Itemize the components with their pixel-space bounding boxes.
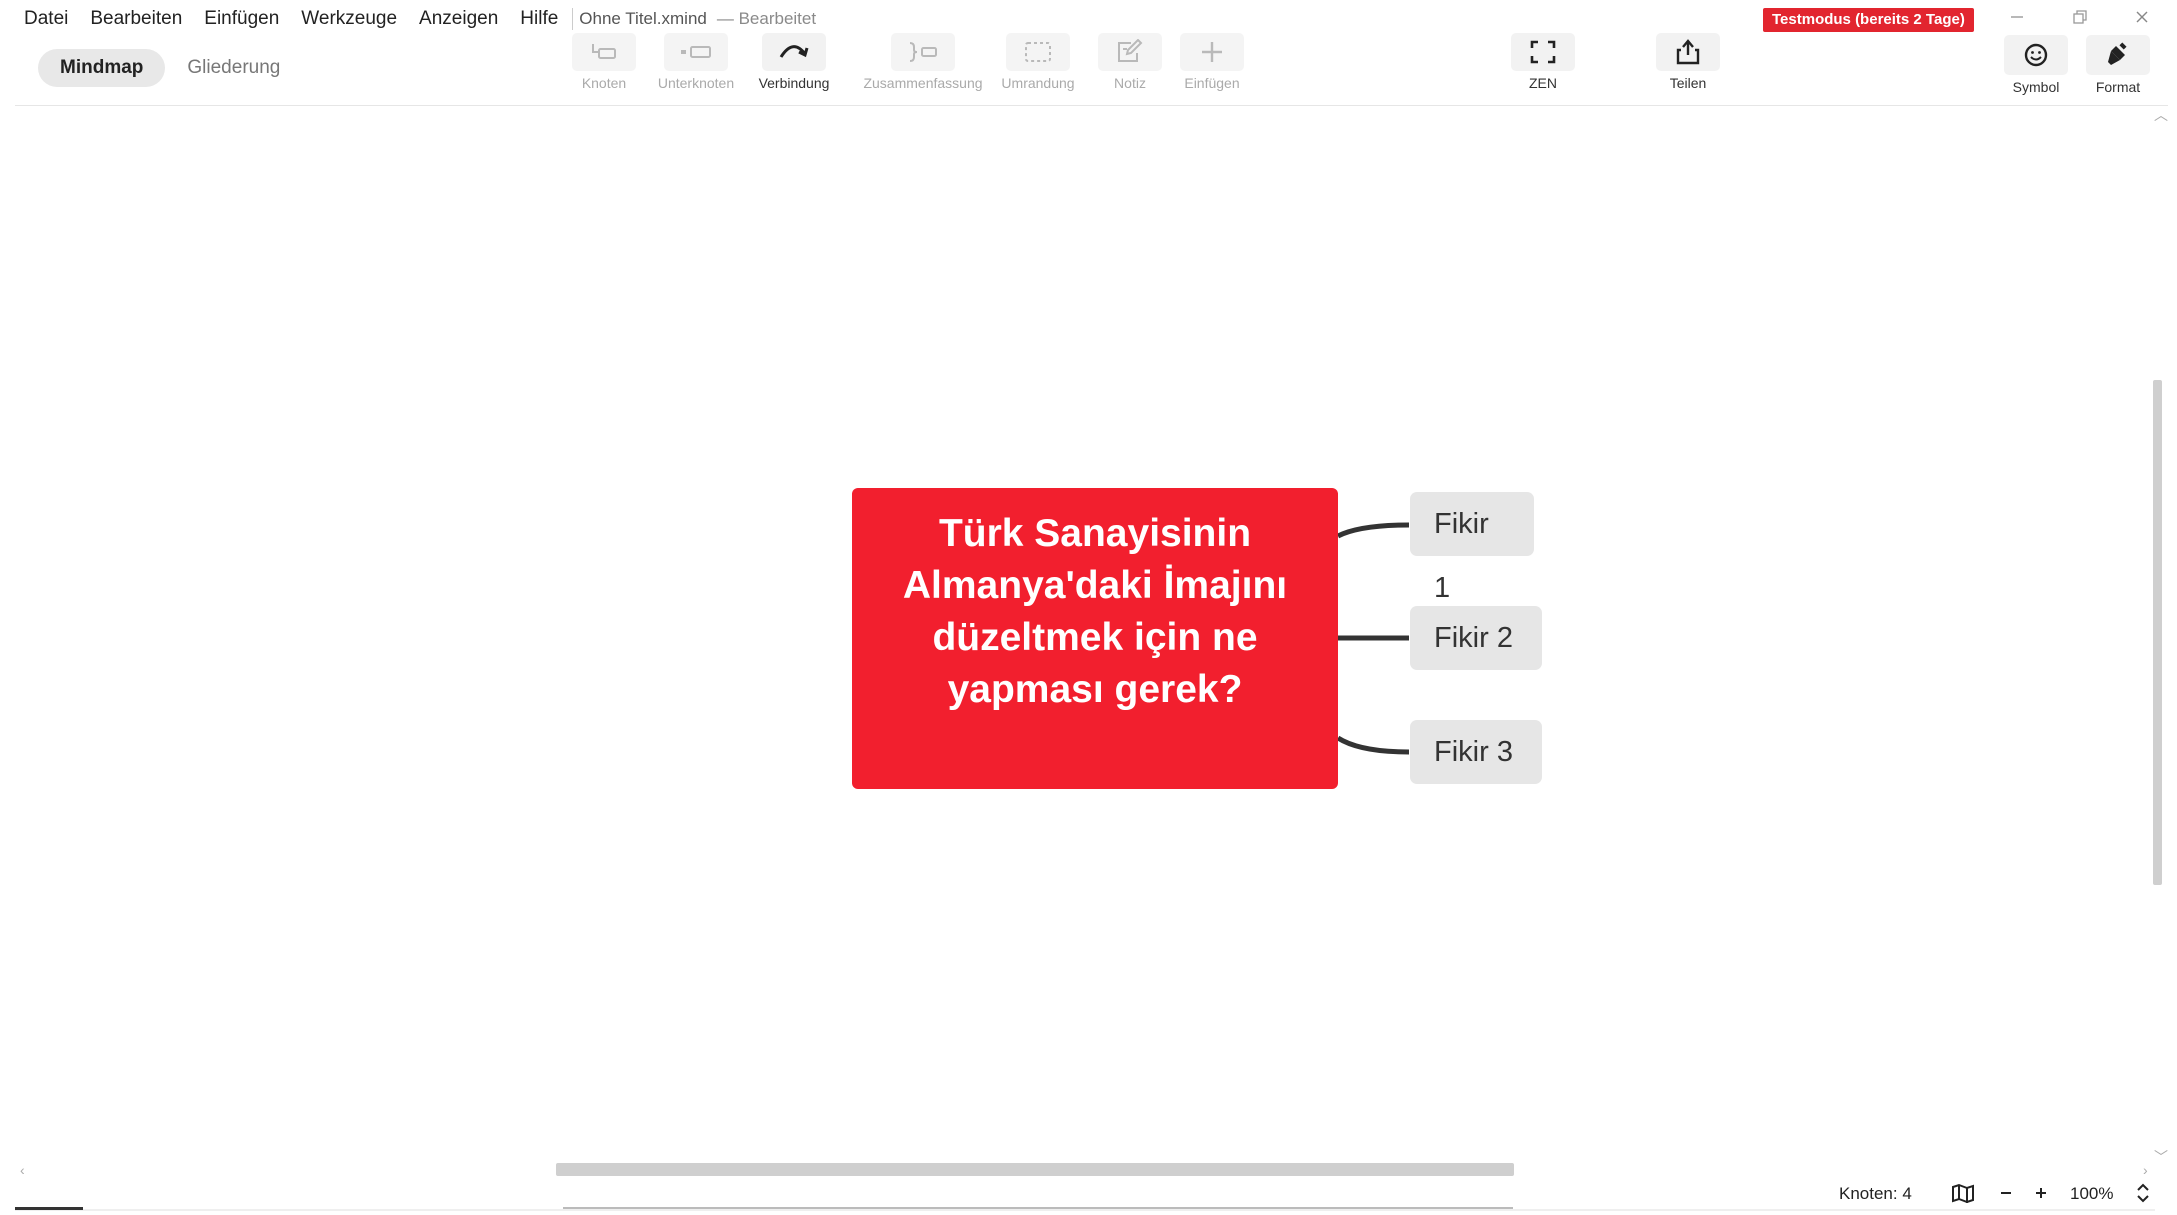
subtopic-2[interactable]: Fikir 2 <box>1410 606 1542 670</box>
format-panel-button[interactable]: Format <box>2082 35 2154 101</box>
title-separator <box>572 8 574 30</box>
subtopic-3[interactable]: Fikir 3 <box>1410 720 1542 784</box>
status-edge-mid <box>563 1207 1513 1209</box>
relationship-icon <box>762 33 826 71</box>
vertical-scroll-thumb[interactable] <box>2153 380 2162 885</box>
subtopic-tool-label: Unterknoten <box>657 75 735 91</box>
branch-line-3 <box>1336 735 1410 755</box>
share-icon <box>1656 33 1720 71</box>
relationship-tool[interactable]: Verbindung <box>744 33 844 99</box>
menu-view[interactable]: Anzeigen <box>419 8 498 30</box>
zoom-in-button[interactable] <box>2030 1180 2052 1206</box>
horizontal-scroll-thumb[interactable] <box>556 1163 1514 1176</box>
summary-icon <box>891 33 955 71</box>
restore-button[interactable] <box>2060 2 2100 32</box>
central-topic[interactable]: Türk Sanayisinin Almanya'daki İmajını dü… <box>852 488 1338 789</box>
zoom-stepper[interactable] <box>2133 1180 2153 1206</box>
view-switch: Mindmap Gliederung <box>38 49 302 87</box>
close-button[interactable] <box>2122 2 2162 32</box>
note-tool-label: Notiz <box>1114 75 1146 91</box>
minus-icon <box>2001 1192 2011 1194</box>
plus-icon <box>2036 1188 2046 1198</box>
menu-insert[interactable]: Einfügen <box>204 8 279 30</box>
zoom-out-button[interactable] <box>1995 1180 2017 1206</box>
scroll-up-arrow[interactable]: ︿ <box>2154 108 2168 122</box>
scroll-left-arrow[interactable]: ‹ <box>20 1163 25 1177</box>
menu-file[interactable]: Datei <box>24 8 68 30</box>
status-divider <box>15 1209 2155 1211</box>
plus-icon <box>1180 33 1244 71</box>
tab-outline[interactable]: Gliederung <box>165 49 302 87</box>
book-map-icon <box>1952 1183 1974 1203</box>
document-status: — Bearbeitet <box>716 9 817 28</box>
fullscreen-icon <box>1511 33 1575 71</box>
zoom-level[interactable]: 100% <box>2070 1184 2113 1204</box>
subtopic-tool[interactable]: Unterknoten <box>646 33 746 99</box>
menu-help[interactable]: Hilfe <box>520 8 558 30</box>
minimize-button[interactable] <box>1997 2 2037 32</box>
symbol-panel-button[interactable]: Symbol <box>2000 35 2072 101</box>
restore-icon <box>2073 10 2087 24</box>
boundary-tool-label: Umrandung <box>1001 75 1075 91</box>
map-overview-button[interactable] <box>1948 1180 1978 1206</box>
minimize-icon <box>2011 16 2023 18</box>
topic-icon <box>572 33 636 71</box>
zen-tool-label: ZEN <box>1529 75 1557 91</box>
insert-tool-label: Einfügen <box>1184 75 1240 91</box>
boundary-icon <box>1006 33 1070 71</box>
relationship-tool-label: Verbindung <box>758 75 830 91</box>
branch-line-1 <box>1336 522 1410 539</box>
scroll-down-arrow[interactable]: ﹀ <box>2154 1150 2168 1164</box>
summary-tool[interactable]: Zusammenfassung <box>863 33 983 99</box>
chevron-updown-icon <box>2137 1183 2149 1203</box>
document-title: Ohne Titel.xmind <box>579 9 707 28</box>
summary-tool-label: Zusammenfassung <box>863 75 983 91</box>
node-count: Knoten: 4 <box>1839 1184 1912 1203</box>
insert-tool[interactable]: Einfügen <box>1162 33 1262 99</box>
scroll-right-arrow[interactable]: › <box>2143 1163 2148 1177</box>
share-tool-label: Teilen <box>1669 75 1707 91</box>
symbol-label: Symbol <box>2012 79 2060 95</box>
note-icon <box>1098 33 1162 71</box>
menu-tools[interactable]: Werkzeuge <box>301 8 397 30</box>
smiley-icon <box>2004 35 2068 75</box>
share-tool[interactable]: Teilen <box>1638 33 1738 99</box>
zen-tool[interactable]: ZEN <box>1493 33 1593 99</box>
menu-edit[interactable]: Bearbeiten <box>90 8 182 30</box>
xmind-window: Datei Bearbeiten Einfügen Werkzeuge Anze… <box>0 0 2177 1215</box>
boundary-tool[interactable]: Umrandung <box>988 33 1088 99</box>
topic-tool[interactable]: Knoten <box>554 33 654 99</box>
menu-bar: Datei Bearbeiten Einfügen Werkzeuge Anze… <box>24 2 816 36</box>
format-label: Format <box>2095 79 2141 95</box>
subtopic-1[interactable]: Fikir 1 <box>1410 492 1534 604</box>
subtopic-icon <box>664 33 728 71</box>
close-icon <box>2136 11 2148 23</box>
status-edge-left <box>15 1207 83 1210</box>
topic-tool-label: Knoten <box>581 75 627 91</box>
mindmap-canvas[interactable]: Türk Sanayisinin Almanya'daki İmajını dü… <box>15 106 2162 1161</box>
tab-mindmap[interactable]: Mindmap <box>38 49 166 87</box>
format-brush-icon <box>2086 35 2150 75</box>
trial-mode-badge[interactable]: Testmodus (bereits 2 Tage) <box>1763 8 1974 32</box>
